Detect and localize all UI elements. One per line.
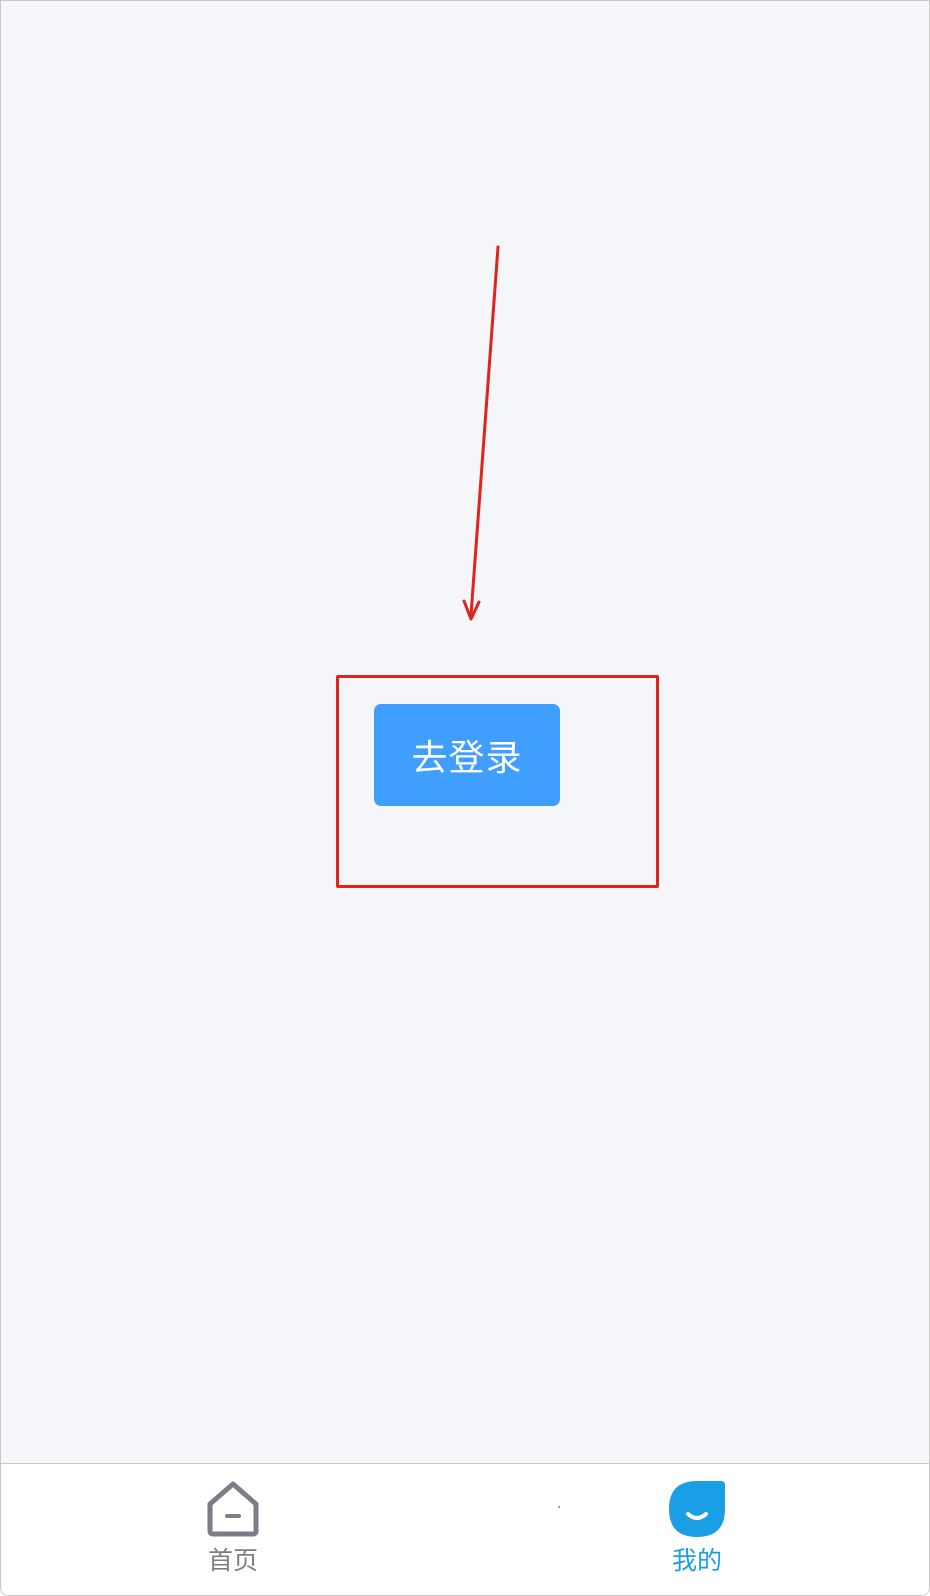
home-icon (207, 1481, 259, 1537)
app-screen: 去登录 首页 我的 (0, 0, 930, 1596)
tab-home[interactable]: 首页 (168, 1478, 298, 1588)
divider-dot (558, 1506, 560, 1508)
tab-mine[interactable]: 我的 (632, 1478, 762, 1588)
main-content: 去登录 (1, 1, 929, 1463)
bottom-tab-bar: 首页 我的 (1, 1463, 929, 1595)
user-icon (669, 1481, 725, 1537)
tab-mine-label: 我的 (671, 1546, 722, 1575)
tab-home-label: 首页 (207, 1546, 258, 1575)
login-button[interactable]: 去登录 (374, 704, 560, 806)
